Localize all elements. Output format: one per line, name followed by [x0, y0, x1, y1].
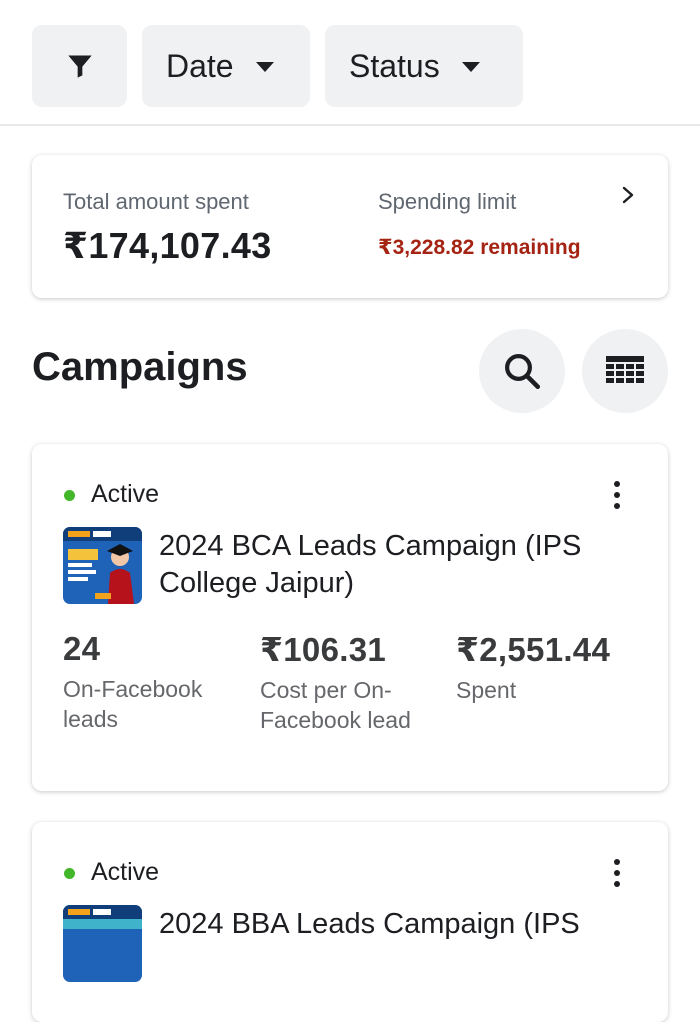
spending-limit-label: Spending limit — [378, 189, 517, 214]
metric-value: 24 — [63, 630, 101, 667]
total-spent-label: Total amount spent — [63, 189, 249, 214]
status-dot — [64, 490, 75, 501]
filter-funnel-icon — [67, 55, 92, 78]
total-spent-value: ₹174,107.43 — [63, 225, 272, 266]
metric-value: ₹106.31 — [260, 631, 386, 668]
campaign-thumbnail — [63, 905, 142, 982]
filter-bar: Date Status — [0, 0, 700, 126]
filter-button[interactable] — [32, 25, 127, 107]
campaign-name[interactable]: 2024 BCA Leads Campaign (IPS College Jai… — [159, 528, 629, 602]
spend-summary-card[interactable]: Total amount spent ₹174,107.43 Spending … — [32, 155, 668, 298]
search-button[interactable] — [479, 329, 565, 413]
metric-spent: ₹2,551.44 Spent — [456, 630, 610, 705]
campaigns-title: Campaigns — [32, 345, 248, 389]
date-dropdown[interactable]: Date — [142, 25, 310, 107]
table-grid-icon — [606, 356, 644, 383]
table-view-button[interactable] — [582, 329, 668, 413]
metric-label: Spent — [456, 677, 517, 703]
status-dot — [64, 868, 75, 879]
caret-down-icon — [461, 62, 480, 72]
campaign-thumbnail — [63, 527, 142, 604]
status-dropdown[interactable]: Status — [325, 25, 523, 107]
metric-label: On-Facebook leads — [63, 676, 203, 732]
campaign-card[interactable]: Active 2024 BBA Leads Campaign (IPS — [32, 822, 668, 1022]
campaign-name[interactable]: 2024 BBA Leads Campaign (IPS — [159, 906, 629, 943]
campaign-status: Active — [91, 480, 160, 508]
search-icon — [505, 354, 541, 390]
spending-limit-remaining: ₹3,228.82 remaining — [378, 236, 581, 259]
more-options-icon[interactable] — [610, 858, 624, 888]
metric-leads: 24 On-Facebook leads — [63, 630, 223, 734]
status-dropdown-label: Status — [349, 47, 440, 84]
metric-label: Cost per On-Facebook lead — [260, 677, 411, 733]
caret-down-icon — [255, 62, 274, 72]
metric-cost-per-lead: ₹106.31 Cost per On-Facebook lead — [260, 630, 420, 735]
campaign-card[interactable]: Active 2024 BCA Leads Campaign (IPS Coll… — [32, 444, 668, 791]
campaign-status: Active — [91, 858, 160, 886]
date-dropdown-label: Date — [166, 47, 234, 84]
more-options-icon[interactable] — [610, 480, 624, 510]
chevron-right-icon[interactable] — [618, 185, 638, 205]
metric-value: ₹2,551.44 — [456, 631, 611, 668]
